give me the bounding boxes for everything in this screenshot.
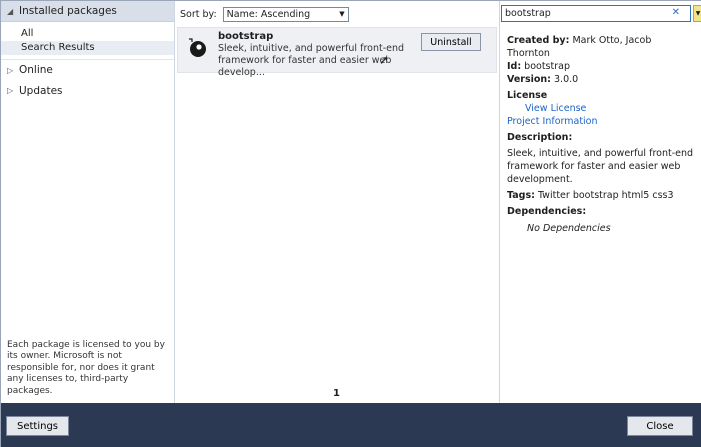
chevron-down-icon: ▼ [339, 10, 345, 18]
view-license-link[interactable]: View License [525, 103, 586, 114]
nav-installed-packages[interactable]: ◢ Installed packages [1, 1, 174, 22]
version-value: 3.0.0 [554, 74, 579, 85]
description-heading-row: Description: [507, 131, 697, 144]
page-number[interactable]: 1 [333, 388, 340, 399]
search-value: bootstrap [505, 8, 551, 19]
id-label: Id: [507, 61, 522, 72]
created-by-label: Created by: [507, 35, 570, 46]
sort-label: Sort by: [180, 8, 217, 20]
close-button[interactable]: Close [627, 416, 693, 436]
settings-button[interactable]: Settings [6, 416, 69, 436]
left-nav-pane: ◢ Installed packages All Search Results … [1, 1, 175, 403]
sort-bar: Sort by: Name: Ascending ▼ [175, 1, 499, 27]
bottom-bar: Settings Close [1, 403, 701, 447]
version-label: Version: [507, 74, 551, 85]
chevron-down-icon: ▼ [695, 10, 701, 17]
search-input[interactable]: bootstrap ✕ [501, 5, 691, 22]
dependencies-label: Dependencies: [507, 206, 587, 217]
sort-value: Name: Ascending [226, 8, 311, 20]
view-license-row: View License [507, 102, 697, 115]
tags-value: Twitter bootstrap html5 css3 [537, 190, 674, 201]
clear-icon[interactable]: ✕ [672, 7, 680, 18]
tags-label: Tags: [507, 190, 535, 201]
id-value: bootstrap [524, 61, 570, 72]
nav-updates-label: Updates [19, 84, 63, 97]
details-pane: bootstrap ✕ ▼ Created by: Mark Otto, Jac… [499, 1, 701, 403]
package-list-item[interactable]: bootstrap Sleek, intuitive, and powerful… [177, 27, 497, 78]
package-details: Created by: Mark Otto, Jacob Thornton Id… [507, 34, 697, 235]
version-row: Version: 3.0.0 [507, 73, 697, 86]
nav-online[interactable]: ▷ Online [1, 59, 174, 80]
created-by-row: Created by: Mark Otto, Jacob Thornton [507, 34, 697, 60]
nav-item-search-results[interactable]: Search Results [1, 41, 174, 55]
license-heading: License [507, 90, 548, 101]
nav-updates[interactable]: ▷ Updates [1, 80, 174, 101]
dependencies-heading-row: Dependencies: [507, 205, 697, 218]
project-info-row: Project Information [507, 115, 697, 128]
expanded-arrow-icon: ◢ [7, 6, 14, 16]
nav-item-all[interactable]: All [1, 27, 174, 41]
package-description: Sleek, intuitive, and powerful front-end… [218, 43, 405, 78]
id-row: Id: bootstrap [507, 60, 697, 73]
tags-row: Tags: Twitter bootstrap html5 css3 [507, 189, 697, 202]
installed-sub-list: All Search Results [1, 22, 174, 59]
package-manager-window: ◢ Installed packages All Search Results … [0, 0, 701, 447]
package-icon [189, 38, 206, 57]
description-text: Sleek, intuitive, and powerful front-end… [507, 148, 694, 185]
nav-installed-label: Installed packages [19, 5, 117, 17]
project-information-link[interactable]: Project Information [507, 116, 598, 127]
uninstall-button[interactable]: Uninstall [421, 33, 481, 51]
dependencies-value: No Dependencies [527, 223, 611, 234]
package-list-pane: Sort by: Name: Ascending ▼ bootstrap Sle… [175, 1, 499, 403]
description-label: Description: [507, 132, 573, 143]
collapsed-arrow-icon: ▷ [7, 86, 14, 95]
package-name: bootstrap [218, 31, 274, 42]
collapsed-arrow-icon: ▷ [7, 65, 14, 75]
mouse-cursor-icon: ➚ [379, 53, 390, 67]
sort-dropdown[interactable]: Name: Ascending ▼ [222, 6, 349, 22]
license-notice: Each package is licensed to you by its o… [7, 339, 165, 396]
license-label: License [507, 89, 697, 102]
search-dropdown-button[interactable]: ▼ [693, 5, 701, 22]
nav-online-label: Online [19, 64, 53, 76]
